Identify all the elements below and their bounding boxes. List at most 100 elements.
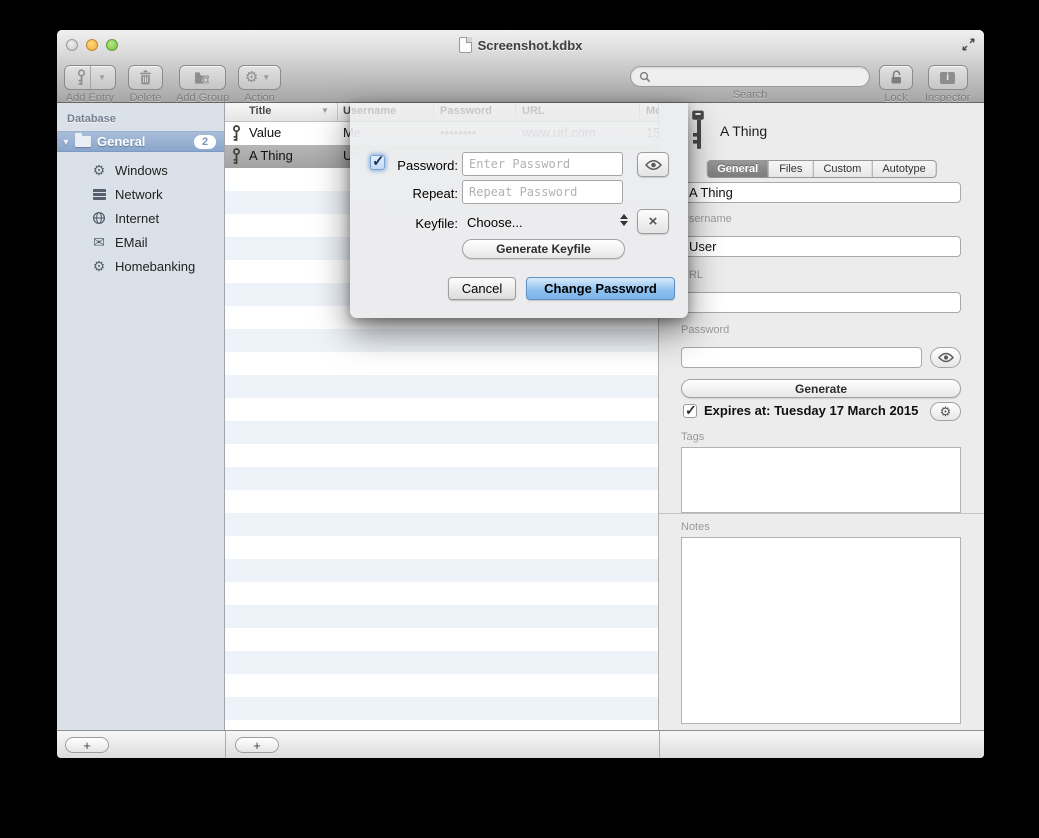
keyfile-popup[interactable]: Choose...: [467, 215, 523, 230]
chevron-down-icon: ▼: [258, 73, 274, 82]
column-divider[interactable]: [337, 103, 338, 122]
notes-input[interactable]: [681, 537, 961, 724]
server-icon: [91, 189, 107, 200]
trash-icon: [139, 70, 152, 85]
column-header-title[interactable]: Title: [249, 105, 271, 117]
password-enabled-checkbox[interactable]: ✓: [370, 155, 385, 170]
add-group-group: Add Group: [176, 65, 229, 104]
sidebar-item-homebanking[interactable]: ⚙ Homebanking: [57, 254, 224, 278]
sidebar-group-general[interactable]: ▼ General 2: [57, 131, 224, 152]
group-label: General: [97, 134, 145, 149]
app-window: Screenshot.kdbx ▼ Add Entry Delete: [57, 30, 984, 758]
new-password-input[interactable]: [462, 152, 623, 176]
search-icon: [639, 71, 651, 83]
fullscreen-icon[interactable]: [961, 37, 976, 52]
document-icon: [459, 37, 472, 53]
chevron-down-icon: ▼: [94, 73, 110, 82]
tab-autotype[interactable]: Autotype: [872, 161, 935, 177]
cell-title: A Thing: [249, 148, 335, 163]
window-title: Screenshot.kdbx: [478, 38, 583, 53]
username-label: Username: [681, 213, 732, 225]
add-entry-group: ▼ Add Entry: [64, 65, 116, 104]
tags-input[interactable]: [681, 447, 961, 513]
tab-custom[interactable]: Custom: [813, 161, 872, 177]
disclosure-triangle-icon[interactable]: ▼: [57, 137, 75, 147]
lock-button[interactable]: [879, 65, 913, 90]
search-field[interactable]: [630, 66, 870, 87]
toolbar: ▼ Add Entry Delete Add Group ⚙ ▼: [57, 60, 984, 103]
group-sidebar: Database ▼ General 2 ⚙ Windows Network: [57, 103, 225, 730]
gear-icon: ⚙: [245, 70, 258, 85]
inspector-tabs: General Files Custom Autotype: [706, 160, 937, 178]
tab-general[interactable]: General: [707, 161, 769, 177]
sidebar-item-internet[interactable]: Internet: [57, 206, 224, 230]
tab-files[interactable]: Files: [769, 161, 813, 177]
folder-icon: [75, 136, 91, 147]
sidebar-item-email[interactable]: ✉ EMail: [57, 230, 224, 254]
add-entry-button[interactable]: ▼: [64, 65, 116, 90]
segment-divider: [90, 66, 91, 89]
url-field[interactable]: [681, 292, 961, 313]
action-button[interactable]: ⚙ ▼: [238, 65, 281, 90]
generate-password-button[interactable]: Generate: [681, 379, 961, 398]
dialog-repeat-label: Repeat:: [388, 186, 458, 201]
add-group-button[interactable]: [179, 65, 226, 90]
pane-divider: [225, 731, 226, 758]
sidebar-item-label: Network: [115, 187, 163, 202]
dialog-password-label: Password:: [388, 158, 458, 173]
popup-stepper-icon[interactable]: [620, 214, 628, 226]
add-group-footer-button[interactable]: +: [65, 737, 109, 753]
eye-icon: [938, 352, 954, 363]
key-icon: [70, 69, 87, 86]
lock-group: Lock: [879, 65, 913, 104]
sidebar-item-network[interactable]: Network: [57, 182, 224, 206]
generate-keyfile-button[interactable]: Generate Keyfile: [462, 239, 625, 259]
expires-row: ✓ Expires at: Tuesday 17 March 2015: [683, 403, 918, 418]
title-bar[interactable]: Screenshot.kdbx: [57, 30, 984, 60]
sidebar-item-label: Internet: [115, 211, 159, 226]
cancel-button[interactable]: Cancel: [448, 277, 516, 300]
dialog-keyfile-label: Keyfile:: [388, 216, 458, 231]
key-icon: [231, 148, 242, 165]
sidebar-item-windows[interactable]: ⚙ Windows: [57, 158, 224, 182]
sort-indicator-icon: ▼: [321, 106, 329, 115]
folder-plus-icon: [194, 71, 211, 85]
unlock-icon: [889, 70, 904, 85]
action-group: ⚙ ▼ Action: [238, 65, 281, 104]
title-field[interactable]: [681, 182, 961, 203]
sidebar-item-label: Homebanking: [115, 259, 195, 274]
password-field[interactable]: [681, 347, 922, 368]
inspector-group: i Inspector: [925, 65, 970, 104]
gear-icon: ⚙: [940, 405, 952, 418]
add-entry-footer-button[interactable]: +: [235, 737, 279, 753]
clear-keyfile-button[interactable]: ×: [637, 209, 669, 234]
expires-label: Expires at: Tuesday 17 March 2015: [704, 403, 918, 418]
footer-bar: + +: [57, 730, 984, 758]
gear-icon: ⚙: [91, 162, 107, 179]
sidebar-item-label: Windows: [115, 163, 168, 178]
cell-title: Value: [249, 125, 335, 140]
search-input[interactable]: [655, 70, 855, 84]
globe-icon: [91, 211, 107, 225]
change-password-button[interactable]: Change Password: [526, 277, 675, 300]
check-icon: ✓: [372, 152, 385, 170]
pane-divider: [659, 731, 660, 758]
search-group: Search: [630, 66, 870, 101]
expires-checkbox[interactable]: ✓: [683, 404, 697, 418]
envelope-icon: ✉: [91, 234, 107, 251]
section-divider: [659, 513, 984, 514]
delete-button[interactable]: [128, 65, 163, 90]
entry-key-icon: [687, 109, 711, 151]
sidebar-item-label: EMail: [115, 235, 148, 250]
reveal-password-button[interactable]: [930, 347, 961, 368]
gear-icon: ⚙: [91, 258, 107, 275]
change-password-dialog: ✓ Password: Repeat: Keyfile: Choose... ×…: [350, 103, 688, 318]
password-label: Password: [681, 324, 729, 336]
reveal-password-button[interactable]: [637, 152, 669, 177]
username-field[interactable]: [681, 236, 961, 257]
inspector-button[interactable]: i: [928, 65, 968, 90]
expiry-options-button[interactable]: ⚙: [930, 402, 961, 421]
repeat-password-input[interactable]: [462, 180, 623, 204]
eye-icon: [645, 159, 662, 171]
delete-group: Delete: [128, 65, 163, 104]
